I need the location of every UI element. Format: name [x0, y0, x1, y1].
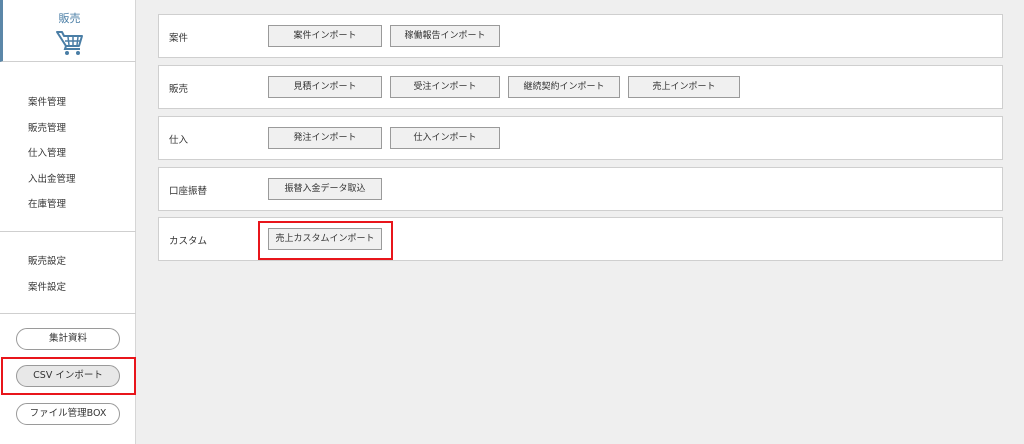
order-import-button[interactable]: 受注インポート [390, 76, 500, 98]
estimate-import-button[interactable]: 見積インポート [268, 76, 382, 98]
section-bank-transfer: 口座振替 振替入金データ取込 [158, 167, 1003, 211]
sidebar-divider [0, 313, 136, 314]
section-label: 仕入 [169, 135, 189, 146]
transfer-deposit-import-button[interactable]: 振替入金データ取込 [268, 178, 382, 200]
section-label: 案件 [169, 33, 189, 44]
purchase-import-button[interactable]: 仕入インポート [390, 127, 500, 149]
nav-main: 案件管理 販売管理 仕入管理 入出金管理 在庫管理 [28, 96, 76, 224]
shopping-cart-icon [56, 31, 83, 55]
contract-import-button[interactable]: 継続契約インポート [508, 76, 620, 98]
nav-item-payments[interactable]: 入出金管理 [28, 173, 76, 199]
module-tab-sales[interactable]: 販売 [0, 0, 136, 62]
highlight-csv-import [1, 357, 136, 395]
nav-item-inventory[interactable]: 在庫管理 [28, 198, 76, 224]
module-title: 販売 [58, 12, 81, 25]
project-import-button[interactable]: 案件インポート [268, 25, 382, 47]
section-label: 口座振替 [169, 186, 208, 197]
section-label: カスタム [169, 236, 208, 247]
sidebar-divider [0, 231, 136, 232]
nav-item-projects[interactable]: 案件管理 [28, 96, 76, 122]
file-box-button[interactable]: ファイル管理BOX [16, 403, 120, 425]
highlight-custom-import [258, 221, 393, 260]
reports-button[interactable]: 集計資料 [16, 328, 120, 350]
section-projects: 案件 案件インポート 稼働報告インポート [158, 14, 1003, 58]
nav-item-project-settings[interactable]: 案件設定 [28, 281, 66, 307]
sales-import-button[interactable]: 売上インポート [628, 76, 740, 98]
nav-settings: 販売設定 案件設定 [28, 255, 66, 306]
section-purchasing: 仕入 発注インポート 仕入インポート [158, 116, 1003, 160]
purchase-order-import-button[interactable]: 発注インポート [268, 127, 382, 149]
work-report-import-button[interactable]: 稼働報告インポート [390, 25, 500, 47]
nav-item-sales[interactable]: 販売管理 [28, 122, 76, 148]
nav-item-sales-settings[interactable]: 販売設定 [28, 255, 66, 281]
section-label: 販売 [169, 84, 189, 95]
section-sales: 販売 見積インポート 受注インポート 継続契約インポート 売上インポート [158, 65, 1003, 109]
nav-item-purchasing[interactable]: 仕入管理 [28, 147, 76, 173]
